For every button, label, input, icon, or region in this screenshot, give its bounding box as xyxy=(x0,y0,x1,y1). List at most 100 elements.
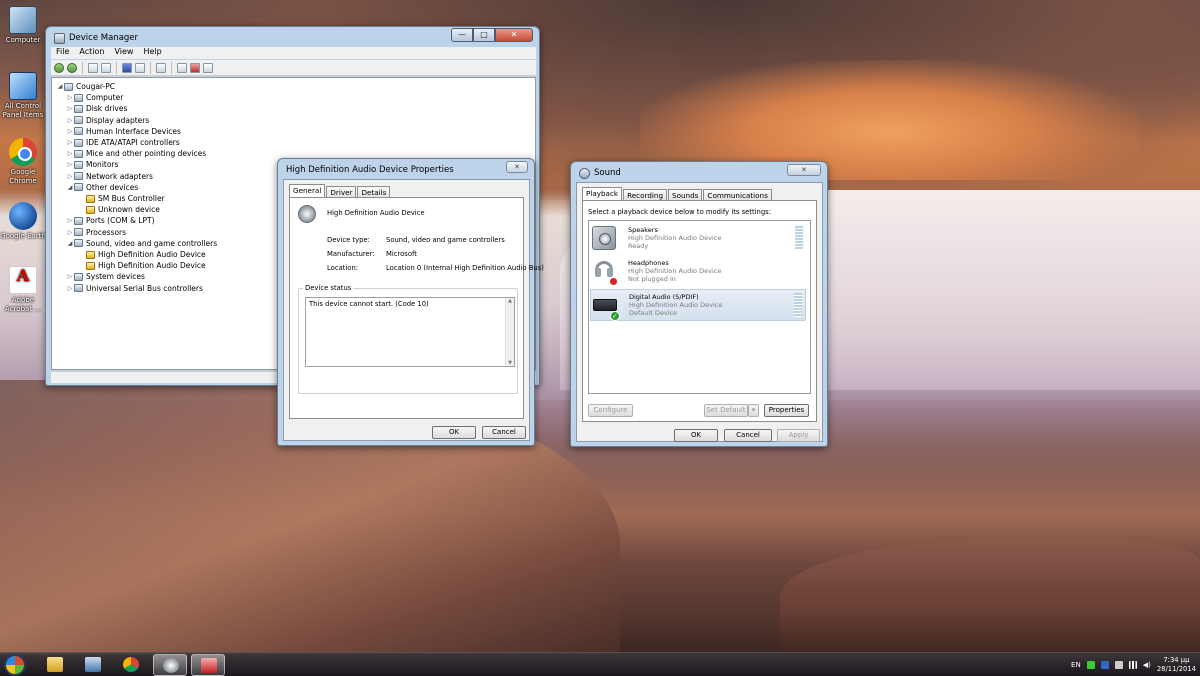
expand-toggle-icon[interactable]: ▷ xyxy=(66,171,74,182)
audio-device-icon xyxy=(298,205,316,223)
set-default-button[interactable]: Set Default xyxy=(704,404,748,417)
tree-item-label: Monitors xyxy=(86,160,119,170)
expand-toggle-icon[interactable]: ▷ xyxy=(66,137,74,148)
tree-category[interactable]: ▷ Human Interface Devices xyxy=(56,126,531,137)
window-title: Device Manager xyxy=(69,33,139,43)
expand-toggle-icon[interactable]: ▷ xyxy=(66,148,74,159)
device-icon xyxy=(74,93,83,102)
action-pane-icon[interactable] xyxy=(135,62,145,73)
tab-recording[interactable]: Recording xyxy=(623,189,668,200)
tab-sounds[interactable]: Sounds xyxy=(668,189,703,200)
tab-communications[interactable]: Communications xyxy=(703,189,772,200)
desktop-icon-google-earth[interactable]: Google Earth xyxy=(0,202,46,241)
expand-toggle-icon[interactable]: ▷ xyxy=(66,271,74,282)
close-button[interactable]: ✕ xyxy=(495,28,533,42)
set-default-dropdown[interactable]: ▾ xyxy=(748,404,759,417)
taskbar-network[interactable] xyxy=(76,654,110,676)
tree-item-label: Computer xyxy=(86,93,124,103)
expand-toggle-icon[interactable]: ◢ xyxy=(66,182,74,193)
language-indicator[interactable]: EN xyxy=(1071,661,1081,669)
configure-button[interactable]: Configure xyxy=(588,404,633,417)
expand-toggle-icon[interactable]: ▷ xyxy=(66,115,74,126)
tree-item-label: System devices xyxy=(86,272,145,282)
general-tab-panel: High Definition Audio Device Device type… xyxy=(289,197,544,419)
tab-details[interactable]: Details xyxy=(357,186,391,197)
menu-view[interactable]: View xyxy=(114,47,133,59)
disable-device-icon[interactable] xyxy=(203,62,213,73)
properties-titlebar[interactable]: High Definition Audio Device Properties xyxy=(278,159,534,181)
tree-root[interactable]: ◢ Cougar-PC xyxy=(56,81,531,92)
dialog-title: Sound xyxy=(594,168,621,178)
menu-help[interactable]: Help xyxy=(143,47,161,59)
menu-file[interactable]: File xyxy=(56,47,69,59)
list-item[interactable]: Headphones High Definition Audio Device … xyxy=(590,256,806,288)
desktop-icon-acrobat[interactable]: Adobe Acrobat ... xyxy=(0,266,46,314)
cancel-button[interactable]: Cancel xyxy=(724,429,772,442)
sound-client-area: Playback Recording Sounds Communications… xyxy=(576,182,823,442)
device-manager-icon xyxy=(201,658,217,673)
device-name: High Definition Audio Device xyxy=(327,209,425,217)
tree-category[interactable]: ▷ IDE ATA/ATAPI controllers xyxy=(56,137,531,148)
cancel-button[interactable]: Cancel xyxy=(482,426,526,439)
device-status: Not plugged in xyxy=(628,275,676,283)
list-item[interactable]: ✓ Digital Audio (S/PDIF) High Definition… xyxy=(590,289,806,321)
expand-toggle-icon[interactable]: ◢ xyxy=(66,238,74,249)
volume-icon[interactable]: ◀) xyxy=(1143,661,1151,669)
close-button[interactable]: ✕ xyxy=(787,164,821,176)
device-status-label: Device status xyxy=(303,284,354,292)
clock[interactable]: 7:34 μμ 28/11/2014 xyxy=(1157,656,1196,674)
ok-button[interactable]: OK xyxy=(432,426,476,439)
device-status-textarea[interactable]: This device cannot start. (Code 10) ▲ ▼ xyxy=(305,297,515,367)
device-manager-icon xyxy=(54,32,65,44)
properties-button[interactable]: Properties xyxy=(764,404,809,417)
update-driver-icon[interactable] xyxy=(177,62,187,73)
help-icon[interactable] xyxy=(122,62,132,73)
uninstall-icon[interactable] xyxy=(190,62,200,73)
tree-item-label: Sound, video and game controllers xyxy=(86,238,218,248)
action-center-flag-icon[interactable] xyxy=(1114,661,1123,669)
list-item[interactable]: Speakers High Definition Audio Device Re… xyxy=(590,223,806,255)
desktop-icon-chrome[interactable]: Google Chrome xyxy=(0,138,46,186)
taskbar-sound[interactable] xyxy=(153,654,187,676)
tab-playback[interactable]: Playback xyxy=(582,187,623,200)
expand-toggle-icon[interactable]: ▷ xyxy=(66,215,74,226)
expand-toggle-icon[interactable]: ◢ xyxy=(56,81,64,92)
tree-category[interactable]: ▷ Disk drives xyxy=(56,103,531,114)
properties-icon[interactable] xyxy=(101,62,111,73)
expand-toggle-icon[interactable]: ▷ xyxy=(66,283,74,294)
expand-toggle-icon[interactable]: ▷ xyxy=(66,103,74,114)
scan-hardware-icon[interactable] xyxy=(156,62,166,73)
tree-category[interactable]: ▷ Computer xyxy=(56,92,531,103)
desktop-icon-computer[interactable]: Computer xyxy=(0,6,46,45)
digital-audio-icon xyxy=(593,299,617,311)
tray-app-icon[interactable] xyxy=(1086,661,1095,669)
tree-item-label: SM Bus Controller xyxy=(98,194,165,204)
tab-general[interactable]: General xyxy=(289,184,326,197)
expand-toggle-icon[interactable]: ▷ xyxy=(66,159,74,170)
device-type-value: Sound, video and game controllers xyxy=(386,236,505,244)
menu-action[interactable]: Action xyxy=(79,47,104,59)
apply-button[interactable]: Apply xyxy=(777,429,820,442)
forward-arrow-icon[interactable] xyxy=(67,62,77,73)
taskbar-chrome[interactable] xyxy=(114,654,148,676)
close-button[interactable]: ✕ xyxy=(506,161,528,173)
device-icon xyxy=(74,273,83,282)
back-arrow-icon[interactable] xyxy=(54,62,64,73)
minimize-button[interactable]: — xyxy=(451,28,473,42)
maximize-button[interactable]: □ xyxy=(473,28,495,42)
tab-driver[interactable]: Driver xyxy=(326,186,357,197)
show-hide-console-tree-icon[interactable] xyxy=(88,62,98,73)
tree-category[interactable]: ▷ Display adapters xyxy=(56,115,531,126)
taskbar-device-manager[interactable] xyxy=(191,654,225,676)
network-signal-icon[interactable] xyxy=(1128,661,1137,669)
tree-item-label: Processors xyxy=(86,227,127,237)
desktop-icon-control-panel[interactable]: All Control Panel Items xyxy=(0,72,46,120)
ok-button[interactable]: OK xyxy=(674,429,718,442)
expand-toggle-icon[interactable]: ▷ xyxy=(66,227,74,238)
expand-toggle-icon[interactable]: ▷ xyxy=(66,126,74,137)
expand-toggle-icon[interactable]: ▷ xyxy=(66,92,74,103)
taskbar-explorer[interactable] xyxy=(38,654,72,676)
status-scrollbar[interactable]: ▲ ▼ xyxy=(505,298,514,366)
tray-app-icon[interactable] xyxy=(1100,661,1109,669)
start-button[interactable] xyxy=(4,654,26,676)
